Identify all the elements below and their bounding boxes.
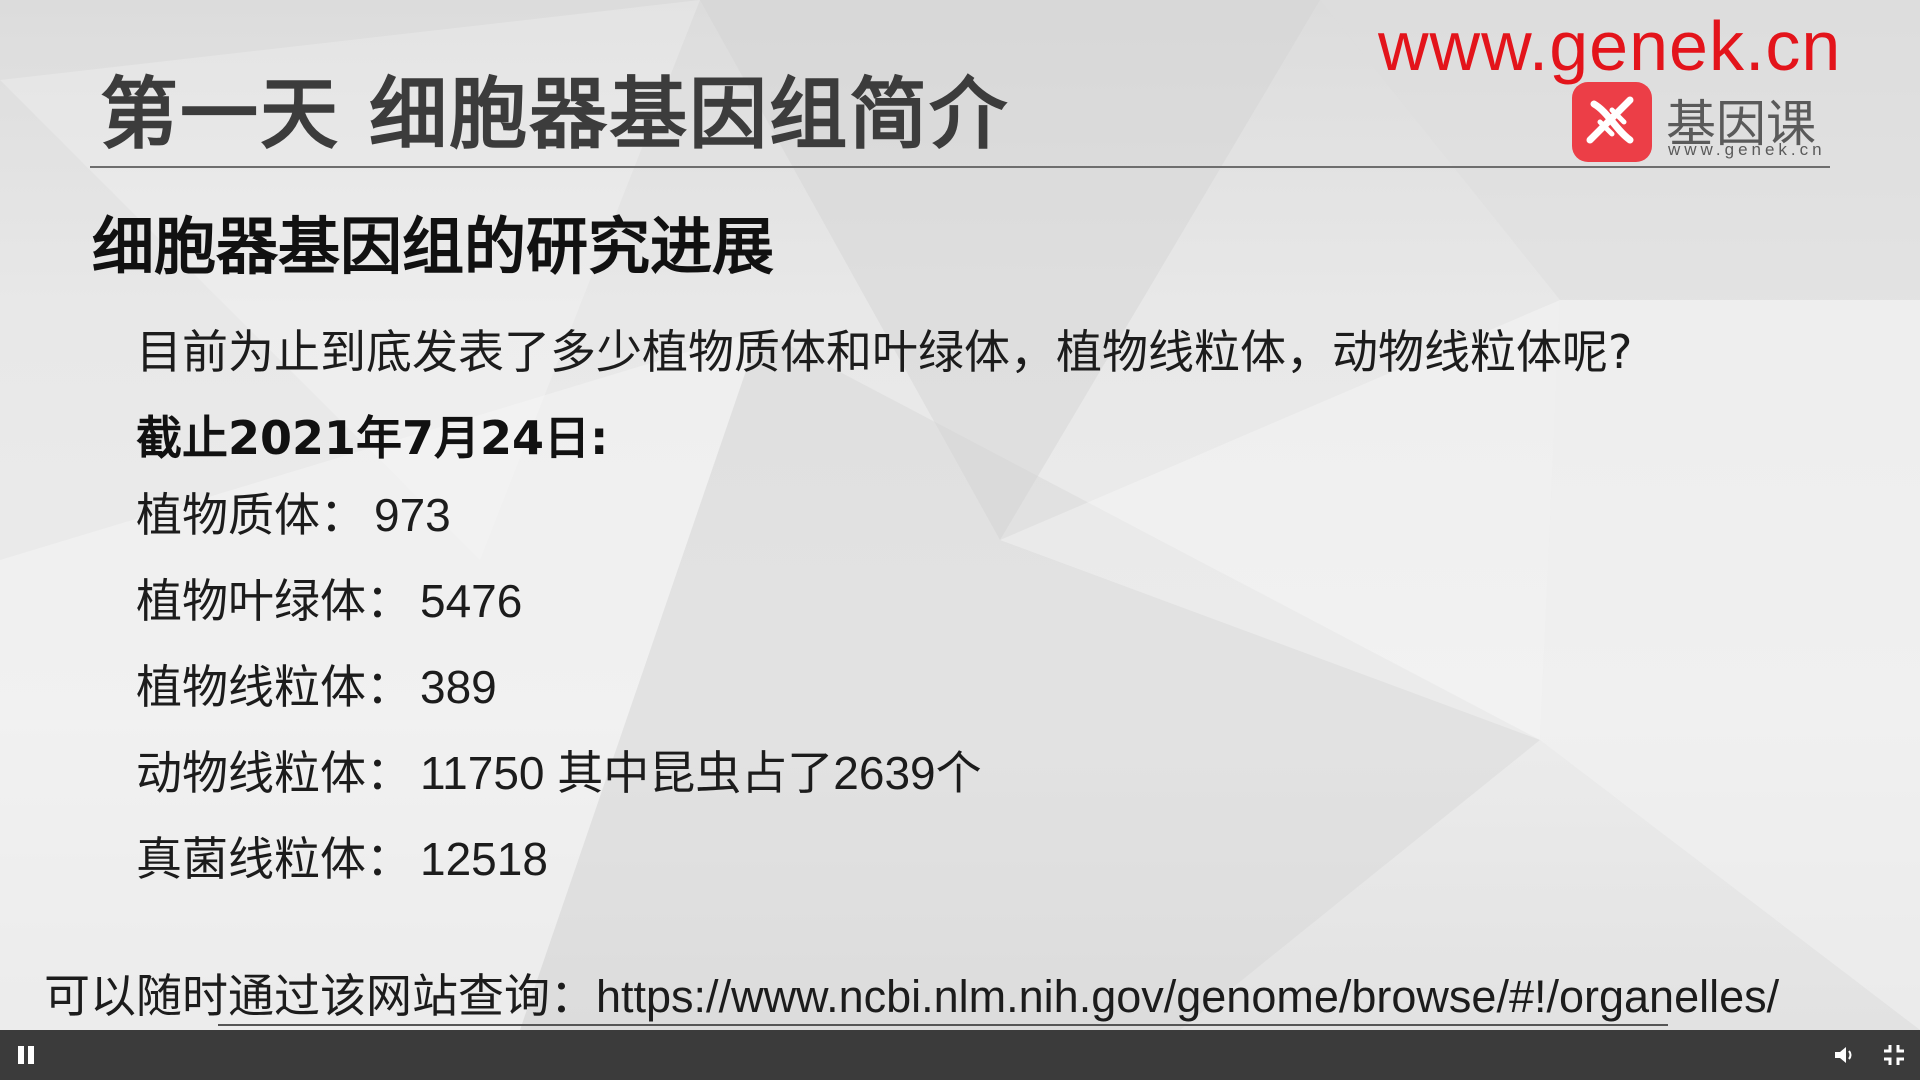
volume-icon — [1835, 1047, 1852, 1063]
stat-label: 植物线粒体： — [136, 660, 412, 714]
stat-item: 真菌线粒体： 12518 — [136, 830, 982, 916]
as-of-date: 截止2021年7月24日: — [136, 411, 609, 465]
genek-logo: 基因课 www.genek.cn — [1572, 82, 1832, 162]
logo-url: www.genek.cn — [1668, 140, 1826, 159]
slide: 第一天 细胞器基因组简介 www.genek.cn 基因课 www.genek.… — [0, 0, 1920, 1030]
footer-text: 可以随时通过该网站查询：https://www.ncbi.nlm.nih.gov… — [44, 960, 1779, 1026]
stat-value: 11750 其中昆虫占了2639个 — [420, 747, 982, 799]
pause-button[interactable] — [8, 1030, 44, 1080]
stat-label: 动物线粒体： — [136, 746, 412, 800]
fullscreen-icon — [1884, 1045, 1904, 1065]
section-subtitle: 细胞器基因组的研究进展 — [92, 210, 775, 283]
slide-title: 第一天 细胞器基因组简介 — [100, 70, 1010, 160]
stat-item: 植物质体： 973 — [136, 486, 982, 572]
pause-icon — [18, 1046, 34, 1064]
stat-label: 真菌线粒体： — [136, 832, 412, 886]
stat-item: 动物线粒体： 11750 其中昆虫占了2639个 — [136, 744, 982, 830]
stats-list: 植物质体： 973 植物叶绿体： 5476 植物线粒体： 389 动物线粒体： 1175… — [136, 486, 982, 916]
stat-label: 植物叶绿体： — [136, 574, 412, 628]
stat-value: 5476 — [420, 575, 523, 627]
watermark-url: www.genek.cn — [1378, 7, 1842, 85]
stat-item: 植物线粒体： 389 — [136, 658, 982, 744]
question-text: 目前为止到底发表了多少植物质体和叶绿体，植物线粒体，动物线粒体呢? — [136, 325, 1633, 379]
video-player-controls — [0, 1030, 1920, 1080]
stat-value: 12518 — [420, 833, 548, 885]
footer-underline — [218, 1024, 1668, 1026]
title-divider — [90, 166, 1830, 168]
fullscreen-button[interactable] — [1876, 1030, 1912, 1080]
stat-item: 植物叶绿体： 5476 — [136, 572, 982, 658]
dna-logo-icon — [1572, 82, 1652, 162]
stat-value: 973 — [374, 489, 451, 541]
stat-label: 植物质体： — [136, 488, 366, 542]
ncbi-link[interactable]: https://www.ncbi.nlm.nih.gov/genome/brow… — [596, 971, 1779, 1022]
volume-button[interactable] — [1826, 1030, 1862, 1080]
stat-value: 389 — [420, 661, 497, 713]
footer-prefix: 可以随时通过该网站查询： — [44, 969, 596, 1023]
